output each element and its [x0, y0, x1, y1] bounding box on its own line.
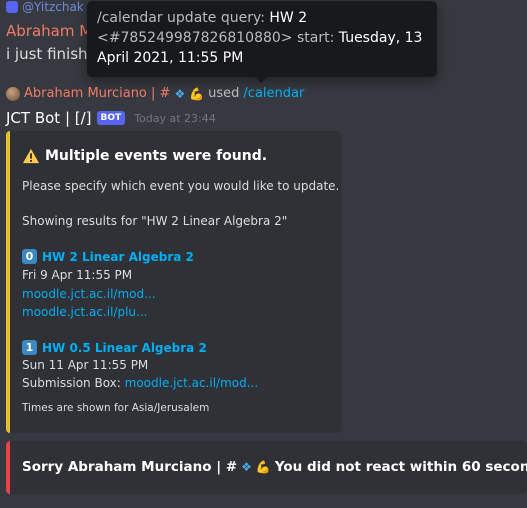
reply-mention[interactable]: @Yitzchak	[22, 0, 84, 14]
number-0-icon: 0	[22, 249, 37, 264]
timeout-text-a: Sorry Abraham Murciano | #	[22, 459, 238, 475]
result-1-title-text[interactable]: HW 0.5 Linear Algebra 2	[42, 341, 207, 355]
command-used-line: Abraham Murciano | # ❖ 💪 used /calendar	[6, 86, 304, 101]
embed-footer: Times are shown for Asia/Jerusalem	[22, 402, 210, 414]
used-command[interactable]: /calendar	[243, 86, 304, 101]
result-1-date: Sun 11 Apr 11:55 PM	[22, 358, 149, 372]
tooltip-command: /calendar update	[97, 10, 217, 26]
tooltip-query-label: query:	[220, 10, 265, 26]
embed-color-bar	[6, 441, 10, 494]
tooltip-start-label: start:	[296, 30, 335, 46]
diamond-icon: ❖	[241, 460, 252, 474]
reply-reference[interactable]: @Yitzchak	[6, 0, 84, 14]
message-author[interactable]: Abraham M	[6, 22, 92, 40]
tooltip-arrow	[255, 77, 267, 83]
arm-icon: 💪	[255, 460, 271, 474]
discord-icon	[6, 1, 18, 13]
bot-badge: BOT	[96, 111, 126, 125]
used-text: used	[208, 86, 240, 101]
result-0-title-text[interactable]: HW 2 Linear Algebra 2	[42, 250, 194, 264]
tooltip-channel: <#785249987826810880>	[97, 30, 293, 46]
result-0-date: Fri 9 Apr 11:55 PM	[22, 268, 133, 282]
tooltip-query-value: HW 2	[269, 10, 308, 26]
timeout-message: Sorry Abraham Murciano | # ❖ 💪 You did n…	[22, 459, 527, 475]
avatar[interactable]	[6, 86, 20, 101]
timestamp[interactable]: Today at 23:44	[134, 112, 216, 125]
embed-subtitle: Please specify which event you would lik…	[22, 179, 340, 193]
submission-label: Submission Box:	[22, 376, 121, 390]
used-username[interactable]: Abraham Murciano | #	[24, 86, 170, 101]
diamond-icon: ❖	[174, 86, 186, 101]
warning-icon	[23, 148, 39, 164]
arm-icon: 💪	[189, 86, 205, 101]
embed-title: Multiple events were found.	[22, 148, 267, 164]
embed-title-text: Multiple events were found.	[45, 148, 268, 164]
results-embed: Multiple events were found. Please speci…	[6, 131, 341, 433]
bot-name[interactable]: JCT Bot | [/]	[6, 109, 92, 127]
command-tooltip: /calendar update query: HW 2 <#785249987…	[87, 1, 437, 83]
embed-color-bar	[6, 131, 10, 433]
discord-chat: @Yitzchak Abraham M i just finished /cal…	[0, 0, 527, 508]
submission-link[interactable]: moodle.jct.ac.il/mod...	[125, 376, 259, 390]
result-1-submission: Submission Box: moodle.jct.ac.il/mod...	[22, 376, 258, 390]
bot-message-header: JCT Bot | [/] BOT Today at 23:44	[6, 109, 216, 127]
timeout-embed: Sorry Abraham Murciano | # ❖ 💪 You did n…	[6, 441, 527, 494]
number-1-icon: 1	[22, 340, 37, 355]
result-0-title[interactable]: 0 HW 2 Linear Algebra 2	[22, 249, 194, 264]
result-1-title[interactable]: 1 HW 0.5 Linear Algebra 2	[22, 340, 207, 355]
result-0-link-1[interactable]: moodle.jct.ac.il/mod...	[22, 287, 156, 301]
result-0-link-2[interactable]: moodle.jct.ac.il/plu...	[22, 305, 147, 319]
timeout-text-b: You did not react within 60 seconds	[274, 459, 527, 475]
embed-showing: Showing results for "HW 2 Linear Algebra…	[22, 214, 288, 228]
